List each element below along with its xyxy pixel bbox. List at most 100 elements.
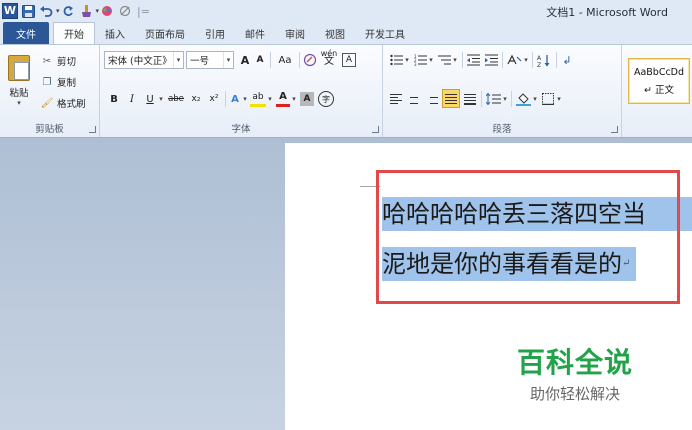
format-painter-label: 格式刷 [57,99,86,110]
borders-button[interactable] [541,90,555,108]
divider [225,91,226,107]
divider [270,52,271,68]
borders-dropdown-icon[interactable]: ▾ [555,90,563,108]
justify-icon [445,93,457,104]
font-color-button[interactable]: A [276,89,290,107]
font-name-select[interactable]: 宋体 (中文正》 ▾ [104,51,184,69]
style-normal-card[interactable]: AaBbCcDd ↵ 正文 [628,58,690,104]
watermark-title: 百科全说 [517,346,634,379]
shading-dropdown-icon[interactable]: ▾ [531,90,539,108]
paragraph-mark-icon: ↲ [562,53,572,67]
paint-brush-icon[interactable] [78,3,94,19]
highlight-annotation-box [376,170,680,304]
numbering-button[interactable]: 123 [413,51,427,69]
font-color-dropdown-icon[interactable]: ▾ [290,90,298,108]
tab-file[interactable]: 文件 [3,22,49,44]
format-painter-button[interactable]: 🖌 格式刷 [40,95,86,111]
chevron-down-icon: ▾ [173,52,183,68]
divider [532,52,533,68]
underline-button[interactable]: U [144,90,156,108]
style-normal-label: ↵ 正文 [644,84,674,96]
svg-text:Z: Z [537,62,541,67]
chinese-layout-dropdown-icon[interactable]: ▾ [522,51,530,69]
tab-references[interactable]: 引用 [195,22,235,44]
character-shading-button[interactable]: A [300,92,314,106]
shading-button[interactable] [515,90,531,108]
multilevel-list-button[interactable] [437,51,451,69]
grow-font-button[interactable]: A [238,51,252,69]
cut-button[interactable]: ✂ 剪切 [40,53,76,69]
undo-icon[interactable] [38,3,54,19]
shrink-font-button[interactable]: A [254,51,266,69]
paste-button[interactable]: 粘贴 ▾ [4,51,34,111]
phonetic-guide-button[interactable]: wén 文 [320,49,338,67]
title-bar: W ▾ ▾ |= 文档1 - Microsoft Word [0,0,692,22]
enclose-characters-button[interactable]: 字 [318,91,334,107]
subscript-button[interactable]: x₂ [188,90,204,108]
divider [462,52,463,68]
divider [299,52,300,68]
line-spacing-icon [485,93,501,105]
color-palette-icon[interactable] [99,3,115,19]
justify-button[interactable] [442,89,460,108]
increase-indent-button[interactable] [484,51,498,69]
tab-mailings[interactable]: 邮件 [235,22,275,44]
font-launcher-icon[interactable] [372,126,379,133]
paste-dropdown-icon[interactable]: ▾ [17,99,21,107]
align-left-button[interactable] [389,90,403,108]
tab-review[interactable]: 审阅 [275,22,315,44]
superscript-button[interactable]: x² [206,90,222,108]
character-border-button[interactable]: A [342,53,356,67]
distributed-button[interactable] [463,90,477,108]
underline-dropdown-icon[interactable]: ▾ [157,90,165,108]
document-page[interactable]: 哈哈哈哈哈丢三落四空当 泥地是你的事看看是的↵ 百科全说 助你轻松解决 [285,143,692,430]
tab-home[interactable]: 开始 [53,22,95,44]
chinese-layout-button[interactable] [506,51,522,69]
change-case-button[interactable]: Aa [274,51,296,69]
paste-label: 粘贴 [9,88,29,99]
show-marks-button[interactable]: ↲ [561,51,573,69]
text-effects-dropdown-icon[interactable]: ▾ [241,90,249,108]
multilevel-dropdown-icon[interactable]: ▾ [451,51,459,69]
clipboard-launcher-icon[interactable] [89,126,96,133]
tab-view[interactable]: 视图 [315,22,355,44]
strikethrough-button[interactable]: abe [167,90,185,108]
numbering-dropdown-icon[interactable]: ▾ [427,51,435,69]
italic-button[interactable]: I [126,90,138,108]
text-effects-button[interactable]: A [228,90,242,108]
highlight-button[interactable]: ab [250,89,266,107]
font-size-select[interactable]: 一号 ▾ [186,51,234,69]
font-size-value: 一号 [190,56,210,67]
bullets-button[interactable] [389,51,403,69]
line-spacing-button[interactable] [485,90,501,108]
highlight-dropdown-icon[interactable]: ▾ [266,90,274,108]
scissors-icon: ✂ [42,55,52,67]
line-spacing-dropdown-icon[interactable]: ▾ [501,90,509,108]
save-icon[interactable] [20,3,36,19]
increase-indent-icon [484,54,498,66]
word-app-icon[interactable]: W [2,3,18,19]
distributed-icon [464,93,476,105]
clear-formatting-button[interactable] [302,51,318,69]
quick-access-toolbar: W ▾ ▾ |= [0,0,152,22]
customize-qat-icon[interactable]: |= [137,5,150,18]
paste-icon [8,55,30,81]
sort-button[interactable]: AZ [536,51,552,69]
copy-button[interactable]: ❐ 复制 [40,74,77,90]
align-center-icon [408,94,420,104]
no-color-icon[interactable] [117,3,133,19]
tab-developer[interactable]: 开发工具 [355,22,415,44]
decrease-indent-button[interactable] [466,51,480,69]
bullets-dropdown-icon[interactable]: ▾ [403,51,411,69]
redo-icon[interactable] [60,3,76,19]
align-right-button[interactable] [425,90,439,108]
tab-insert[interactable]: 插入 [95,22,135,44]
bold-button[interactable]: B [108,90,120,108]
paragraph-launcher-icon[interactable] [611,126,618,133]
svg-text:3: 3 [414,62,417,66]
tab-page-layout[interactable]: 页面布局 [135,22,195,44]
align-center-button[interactable] [407,90,421,108]
style-preview: AaBbCcDd [633,66,685,78]
font-group-label: 字体 [231,124,251,135]
window-title: 文档1 - Microsoft Word [546,6,668,19]
